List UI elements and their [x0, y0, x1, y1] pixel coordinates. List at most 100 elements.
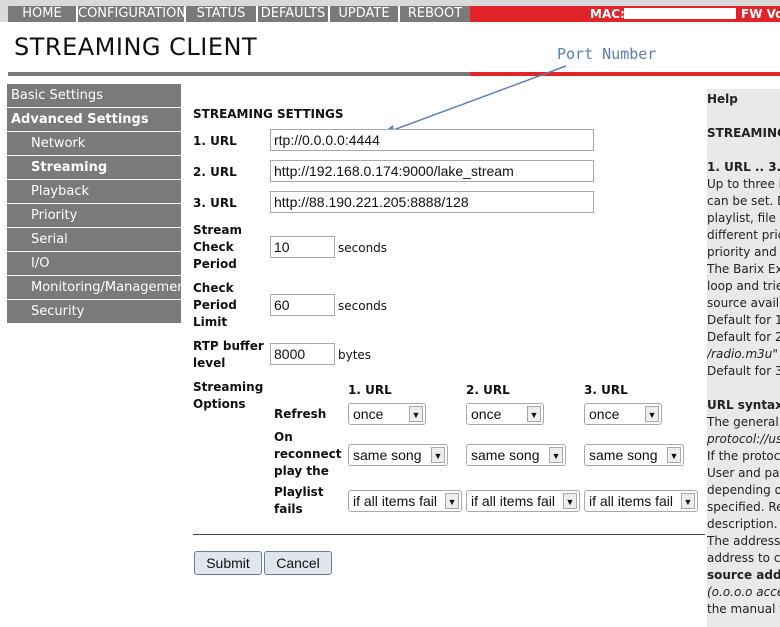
submit-button[interactable]: Submit — [194, 551, 262, 575]
playlist-fails-label: Playlist fails — [274, 484, 324, 518]
url1-input[interactable]: rtp://0.0.0.0:4444 — [270, 129, 594, 151]
chevron-down-icon: ▼ — [549, 447, 563, 463]
help-line: The general U — [707, 415, 780, 429]
label-line: Limit — [193, 315, 228, 329]
check-period-unit: seconds — [338, 241, 388, 255]
help-panel: Help STREAMING 1. URL .. 3. U Up to thre… — [707, 89, 780, 627]
url2-input[interactable]: http://192.168.0.174:9000/lake_stream — [270, 160, 594, 182]
streaming-options-label: Streaming Options — [193, 379, 263, 413]
help-line: The address — [707, 534, 780, 548]
help-line: playlist, file c — [707, 211, 780, 225]
refresh-select-url2[interactable]: once ▼ — [466, 403, 544, 425]
sidebar-item-playback[interactable]: Playback — [7, 180, 181, 203]
sidebar-item-streaming[interactable]: Streaming — [7, 156, 181, 179]
column-header-url2: 2. URL — [466, 383, 510, 397]
help-line: Default for 2. — [707, 330, 780, 344]
rtp-buffer-input[interactable]: 8000 — [270, 343, 335, 365]
reconnect-select-url2[interactable]: same song ▼ — [466, 444, 566, 466]
chevron-down-icon: ▼ — [527, 406, 541, 422]
reconnect-select-url3[interactable]: same song ▼ — [584, 444, 684, 466]
help-line: loop and trie — [707, 279, 780, 293]
refresh-select-url3[interactable]: once ▼ — [584, 403, 662, 425]
help-title: Help — [707, 92, 738, 106]
help-line: (o.o.o.o acce — [707, 585, 780, 599]
playlist-select-url2[interactable]: if all items fail ▼ — [466, 490, 580, 512]
chevron-down-icon: ▼ — [563, 493, 577, 509]
select-value: if all items fail — [353, 493, 438, 509]
check-period-limit-label: Check Period Limit — [193, 280, 237, 331]
label-line: level — [193, 356, 226, 370]
help-line: can be set. E — [707, 194, 780, 208]
help-line: If the protocc — [707, 449, 780, 463]
sidebar-item-io[interactable]: I/O — [7, 252, 181, 275]
chevron-down-icon: ▼ — [681, 493, 695, 509]
url2-label: 2. URL — [193, 165, 237, 179]
label-line: Check — [193, 281, 234, 295]
stream-check-period-input[interactable]: 10 — [270, 236, 335, 258]
label-line: Stream — [193, 223, 243, 237]
help-line: The Barix Exs — [707, 262, 780, 276]
column-header-url3: 3. URL — [584, 383, 628, 397]
check-period-limit-unit: seconds — [338, 299, 388, 313]
label-line: Check — [193, 240, 234, 254]
help-line: address to co — [707, 551, 780, 565]
help-line: the manual f — [707, 602, 780, 616]
label-line: Streaming — [193, 380, 264, 394]
sidebar-item-monitoring-management[interactable]: Monitoring/Management — [7, 276, 191, 299]
help-spacer — [707, 380, 780, 397]
label-line: fails — [274, 502, 303, 516]
label-line: reconnect — [274, 447, 342, 461]
sidebar-item-network[interactable]: Network — [7, 132, 181, 155]
help-line: 1. URL .. 3. U — [707, 160, 780, 174]
cancel-button[interactable]: Cancel — [264, 551, 332, 575]
label-line: RTP buffer — [193, 339, 264, 353]
label-line: play the — [274, 464, 329, 478]
label-line: Playlist — [274, 485, 324, 499]
select-value: once — [353, 406, 384, 422]
sidebar-item-advanced-settings[interactable]: Advanced Settings — [7, 108, 181, 131]
label-line: Period — [193, 257, 237, 271]
label-line: On — [274, 430, 293, 444]
playlist-select-url1[interactable]: if all items fail ▼ — [348, 490, 462, 512]
column-header-url1: 1. URL — [348, 383, 392, 397]
select-value: if all items fail — [589, 493, 674, 509]
sidebar-item-security[interactable]: Security — [7, 300, 181, 323]
rtp-buffer-label: RTP buffer level — [193, 338, 264, 372]
help-line: different pric — [707, 228, 780, 242]
help-line: User and pas — [707, 466, 780, 480]
url3-input[interactable]: http://88.190.221.205:8888/128 — [270, 191, 594, 213]
select-value: same song — [353, 447, 422, 463]
help-line: Default for 3. — [707, 364, 780, 378]
form-divider — [193, 534, 705, 535]
refresh-select-url1[interactable]: once ▼ — [348, 403, 426, 425]
reconnect-select-url1[interactable]: same song ▼ — [348, 444, 448, 466]
chevron-down-icon: ▼ — [667, 447, 681, 463]
help-line: protocol://use — [707, 432, 780, 446]
playlist-select-url3[interactable]: if all items fail ▼ — [584, 490, 698, 512]
select-value: same song — [471, 447, 540, 463]
select-value: once — [471, 406, 502, 422]
help-content: Help STREAMING 1. URL .. 3. U Up to thre… — [707, 89, 780, 618]
help-line: Up to three i — [707, 177, 780, 191]
url3-label: 3. URL — [193, 196, 237, 210]
select-value: if all items fail — [471, 493, 556, 509]
on-reconnect-label: On reconnect play the — [274, 429, 342, 480]
help-spacer — [707, 142, 780, 159]
sidebar-item-basic-settings[interactable]: Basic Settings — [7, 84, 181, 107]
sidebar-item-priority[interactable]: Priority — [7, 204, 181, 227]
chevron-down-icon: ▼ — [645, 406, 659, 422]
help-line: specified. Re — [707, 500, 780, 514]
help-line: /radio.m3u" — [707, 347, 778, 361]
chevron-down-icon: ▼ — [445, 493, 459, 509]
help-spacer — [707, 108, 780, 125]
sidebar: Basic Settings Advanced Settings Network… — [7, 84, 191, 324]
url1-label: 1. URL — [193, 134, 237, 148]
check-period-limit-input[interactable]: 60 — [270, 294, 335, 316]
select-value: once — [589, 406, 620, 422]
section-title: STREAMING SETTINGS — [193, 107, 344, 121]
select-value: same song — [589, 447, 658, 463]
sidebar-item-serial[interactable]: Serial — [7, 228, 181, 251]
help-line: description. — [707, 517, 778, 531]
help-subtitle: STREAMING — [707, 126, 780, 140]
help-line: priority and t — [707, 245, 780, 259]
